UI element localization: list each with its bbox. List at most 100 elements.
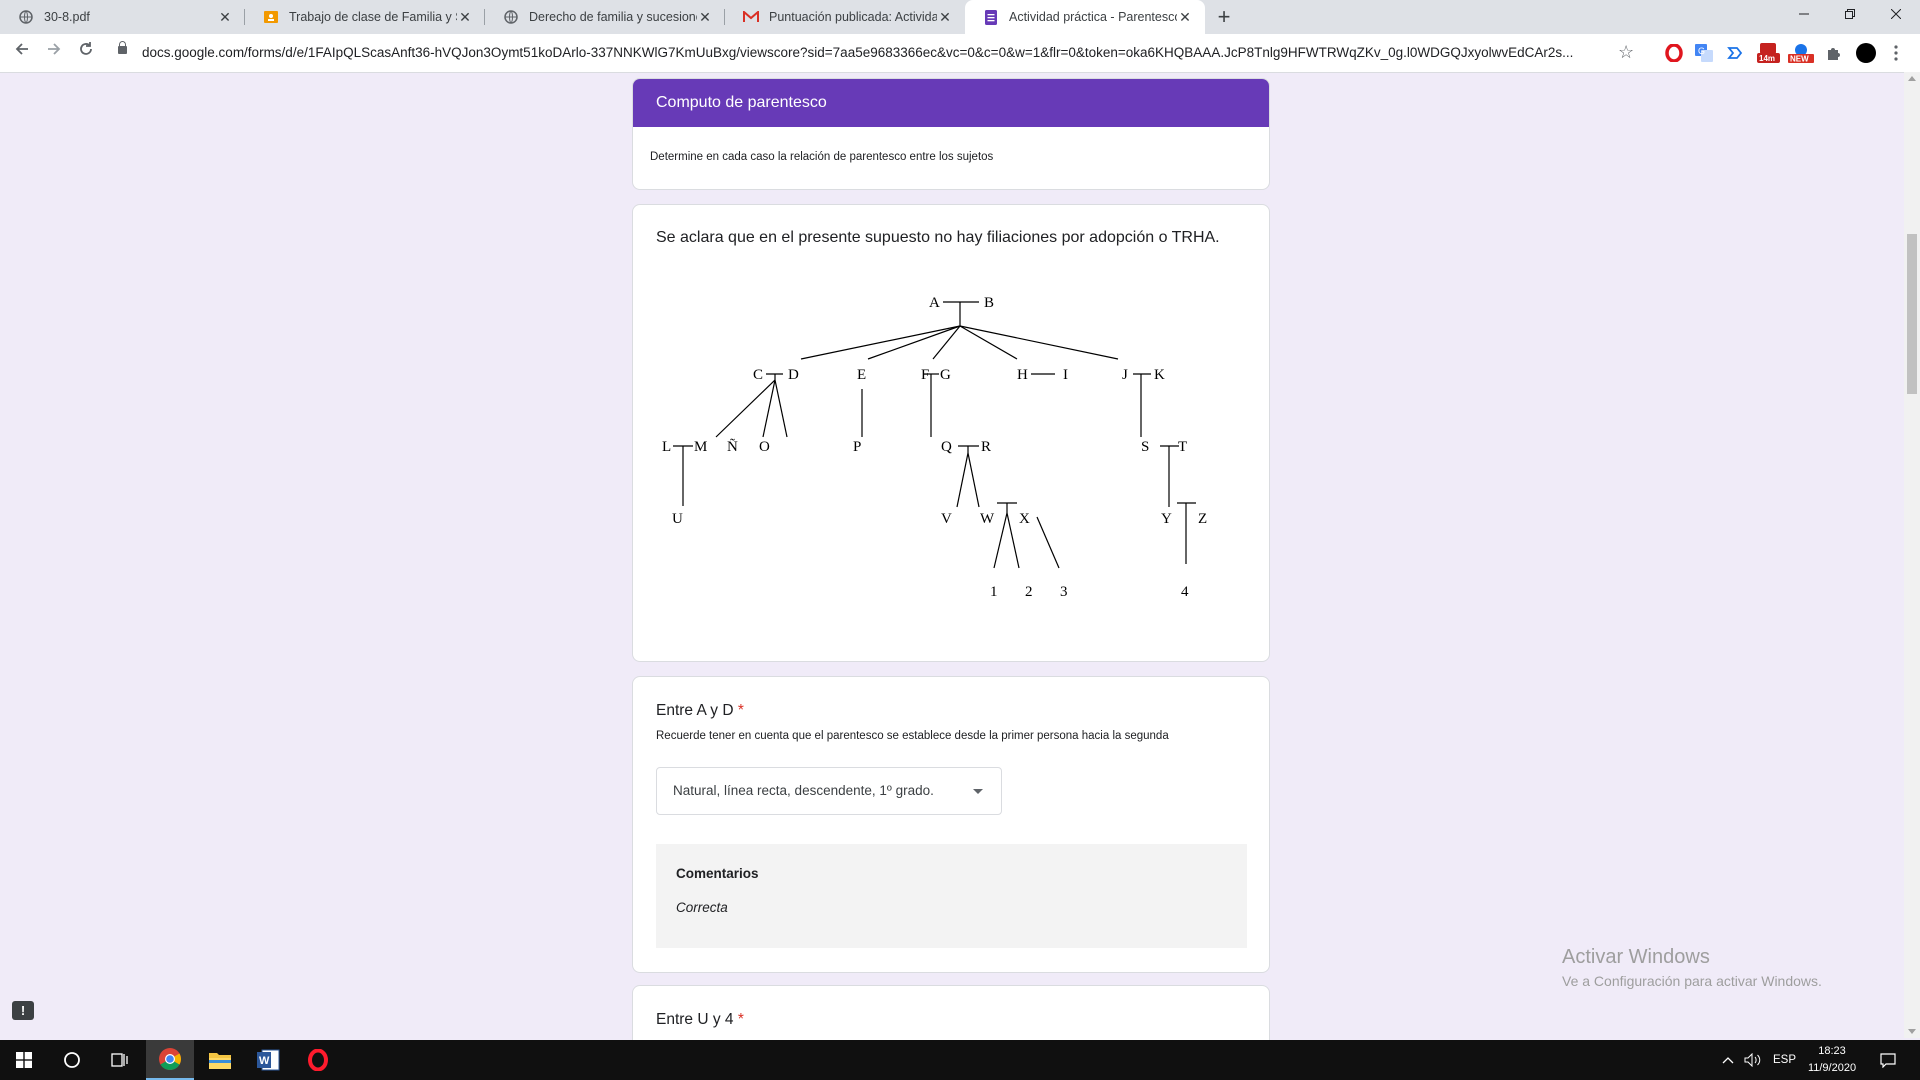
tab-pdf[interactable]: 30-8.pdf ✕ [0,0,245,34]
notifications-icon[interactable] [1880,1040,1896,1080]
url-text[interactable]: docs.google.com/forms/d/e/1FAIpQLScasAnf… [142,45,1612,60]
timer-extension-icon[interactable]: 14m [1756,43,1782,63]
tree-node-l: L [662,439,671,455]
browser-toolbar: docs.google.com/forms/d/e/1FAIpQLScasAnf… [0,34,1920,73]
close-tab-icon[interactable]: ✕ [1177,9,1193,25]
forward-icon[interactable] [42,41,66,65]
close-tab-icon[interactable]: ✕ [457,9,473,25]
task-view-icon[interactable] [96,1040,144,1080]
globe-icon [18,9,34,25]
tab-strip: 30-8.pdf ✕ Trabajo de clase de Familia y… [0,0,1920,34]
tab-parentesco[interactable]: Actividad práctica - Parentesco ✕ [965,0,1205,34]
tree-node-j: J [1122,367,1128,383]
scroll-up-arrow-icon[interactable] [1908,76,1916,81]
address-bar[interactable]: docs.google.com/forms/d/e/1FAIpQLScasAnf… [108,37,1618,69]
tree-node-w: W [980,511,995,527]
windows-start-icon[interactable] [0,1040,48,1080]
opera-extension-icon[interactable] [1664,43,1684,63]
clock-date: 11/9/2020 [1807,1062,1857,1074]
tab-title: 30-8.pdf [44,10,90,24]
tree-node-p: P [853,439,861,455]
tree-node-e: E [857,367,866,383]
back-icon[interactable] [10,41,34,65]
tree-node-g: G [940,367,951,383]
menu-dots-icon[interactable] [1886,43,1906,63]
comments-title: Comentarios [676,866,759,881]
tree-node-q: Q [941,439,952,455]
close-window-icon[interactable] [1873,0,1919,30]
dropdown-caret-icon [973,789,983,794]
tree-node-h: H [1017,367,1028,383]
windows-taskbar: W ESP 18:23 11/9/2020 [0,1040,1920,1080]
tree-node-b: B [984,295,994,311]
opera-taskbar-icon[interactable] [294,1040,342,1080]
tab-title: Trabajo de clase de Familia y Suc [289,10,457,24]
windows-activation-watermark: Activar Windows Ve a Configuración para … [1562,946,1822,989]
new-tab-button[interactable]: + [1210,4,1238,32]
svg-text:W: W [259,1055,270,1067]
system-clock[interactable]: 18:23 11/9/2020 [1800,1043,1864,1077]
question-title: Entre A y D * [656,702,744,720]
tree-node-t: T [1178,439,1187,455]
word-icon[interactable]: W [244,1040,292,1080]
answer-dropdown[interactable]: Natural, línea recta, descendente, 1º gr… [656,767,1002,815]
volume-icon[interactable] [1744,1040,1762,1080]
section-header-card: Computo de parentesco Determine en cada … [632,78,1270,190]
tree-node-x: X [1019,511,1030,527]
lock-icon [118,41,127,54]
kinship-tree-diagram: A B C D E F G H I J K L M Ñ O P Q R S T … [662,295,1207,600]
question-text: Se aclara que en el presente supuesto no… [656,229,1220,246]
tree-node-u: U [672,511,683,527]
feedback-icon[interactable]: ! [12,1001,34,1020]
tab-title: Puntuación publicada: Actividad [769,10,937,24]
close-tab-icon[interactable]: ✕ [217,9,233,25]
question-title: Entre U y 4 * [656,1011,744,1029]
translate-extension-icon[interactable]: G [1694,43,1714,63]
page-scrollbar[interactable] [1904,72,1920,1038]
chrome-taskbar-icon[interactable] [146,1040,194,1080]
tab-derecho[interactable]: Derecho de familia y sucesiones ✕ [485,0,725,34]
bookmark-star-icon[interactable]: ☆ [1618,42,1634,63]
section-description: Determine en cada caso la relación de pa… [650,151,994,163]
tree-node-s: S [1141,439,1149,455]
svg-text:G: G [1698,46,1705,56]
section-title: Computo de parentesco [633,79,1269,127]
new-badge: NEW [1790,55,1809,64]
tree-node-y: Y [1161,511,1172,527]
scroll-down-arrow-icon[interactable] [1908,1029,1916,1034]
file-explorer-icon[interactable] [196,1040,244,1080]
tray-chevron-icon[interactable] [1722,1040,1734,1080]
restore-icon[interactable] [1827,0,1873,30]
tree-node-3: 3 [1060,584,1068,600]
required-asterisk: * [737,1011,744,1028]
tree-node-o: O [759,439,770,455]
question-help-text: Recuerde tener en cuenta que el parentes… [656,730,1169,742]
tree-node-4: 4 [1181,584,1189,600]
question-title-text: Entre U y 4 [656,1011,734,1028]
reload-icon[interactable] [74,41,98,65]
question-card-u-4: Entre U y 4 * [632,985,1270,1045]
tree-node-a: A [929,295,940,311]
puzzle-extensions-icon[interactable] [1824,43,1844,63]
new-extension-icon[interactable]: NEW [1788,43,1814,63]
minimize-icon[interactable] [1781,0,1827,30]
tree-node-z: Z [1198,511,1207,527]
classroom-icon [263,9,279,25]
tab-gmail[interactable]: Puntuación publicada: Actividad ✕ [725,0,965,34]
tree-node-k: K [1154,367,1165,383]
watermark-subtitle: Ve a Configuración para activar Windows. [1562,973,1822,989]
comments-text: Correcta [676,900,728,915]
tree-node-c: C [753,367,763,383]
tree-node-m: M [694,439,707,455]
close-tab-icon[interactable]: ✕ [697,9,713,25]
scroll-thumb[interactable] [1907,234,1917,394]
forms-icon [983,9,999,25]
tree-node-1: 1 [990,584,998,600]
close-tab-icon[interactable]: ✕ [937,9,953,25]
tab-classroom[interactable]: Trabajo de clase de Familia y Suc ✕ [245,0,485,34]
cortana-search-icon[interactable] [48,1040,96,1080]
arrows-extension-icon[interactable] [1726,43,1746,63]
profile-avatar[interactable] [1856,43,1876,63]
language-indicator[interactable]: ESP [1773,1040,1796,1080]
question-title-text: Entre A y D [656,702,734,719]
